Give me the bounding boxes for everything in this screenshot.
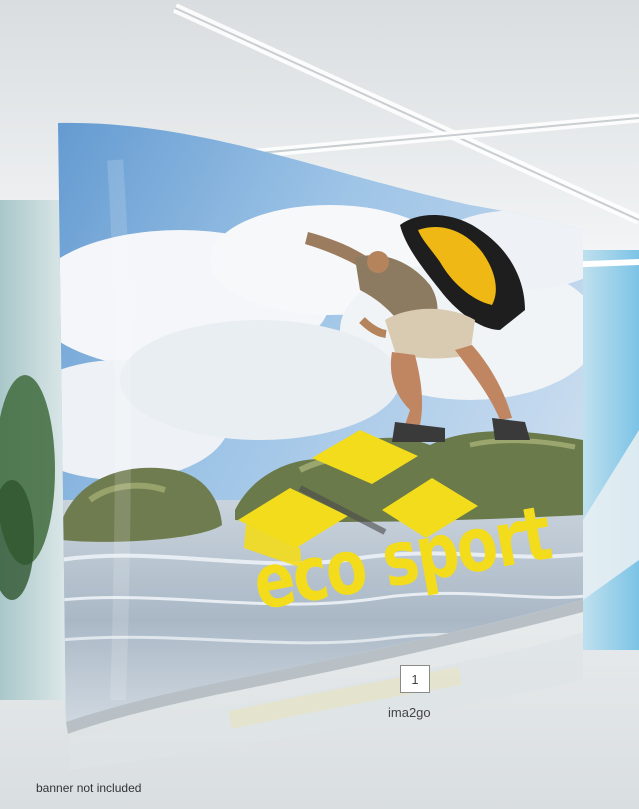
footnote: banner not included [36,781,142,795]
product-photo: eco sport [0,0,639,809]
item-number: 1 [411,671,419,687]
item-name: ima2go [388,705,431,720]
exhibition-display-illustration [0,0,639,809]
item-number-box: 1 [400,665,430,693]
